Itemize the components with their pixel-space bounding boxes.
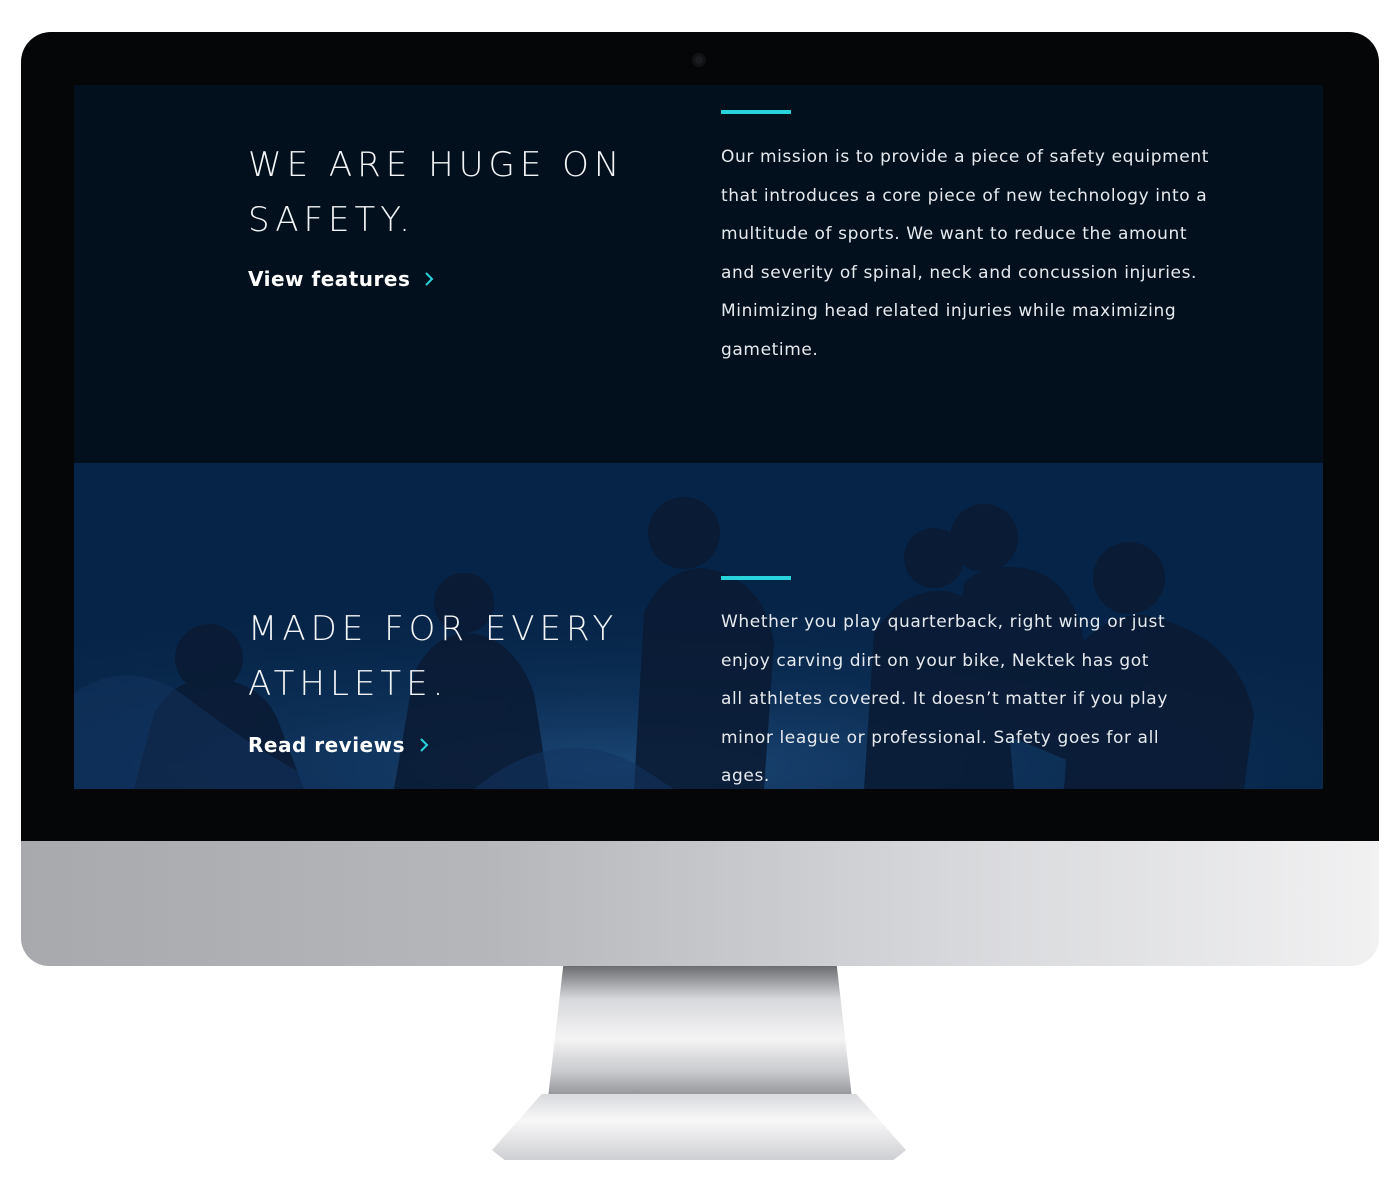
- monitor-base: [492, 1094, 906, 1160]
- read-reviews-label: Read reviews: [248, 733, 406, 757]
- chevron-right-icon: [425, 272, 434, 286]
- athlete-body-text: Whether you play quarterback, right wing…: [721, 612, 1168, 786]
- view-features-link[interactable]: View features: [248, 267, 434, 291]
- athlete-section: MADE FOR EVERY ATHLETE. Read reviews Whe…: [74, 463, 1323, 789]
- accent-bar: [721, 110, 791, 114]
- accent-bar: [721, 576, 791, 580]
- athlete-heading: MADE FOR EVERY ATHLETE.: [248, 609, 619, 704]
- monitor-chin: [21, 841, 1379, 966]
- chevron-right-icon: [420, 738, 429, 752]
- webcam-icon: [692, 53, 706, 67]
- view-features-label: View features: [248, 267, 411, 291]
- safety-heading: WE ARE HUGE ON SAFETY.: [248, 145, 625, 240]
- read-reviews-link[interactable]: Read reviews: [248, 733, 429, 757]
- website-screen: WE ARE HUGE ON SAFETY. View features Our…: [74, 85, 1323, 789]
- safety-body-text: Our mission is to provide a piece of saf…: [721, 147, 1209, 360]
- monitor-stand: [548, 966, 852, 1098]
- safety-section: WE ARE HUGE ON SAFETY. View features Our…: [74, 85, 1323, 463]
- monitor-mockup: WE ARE HUGE ON SAFETY. View features Our…: [0, 0, 1400, 1200]
